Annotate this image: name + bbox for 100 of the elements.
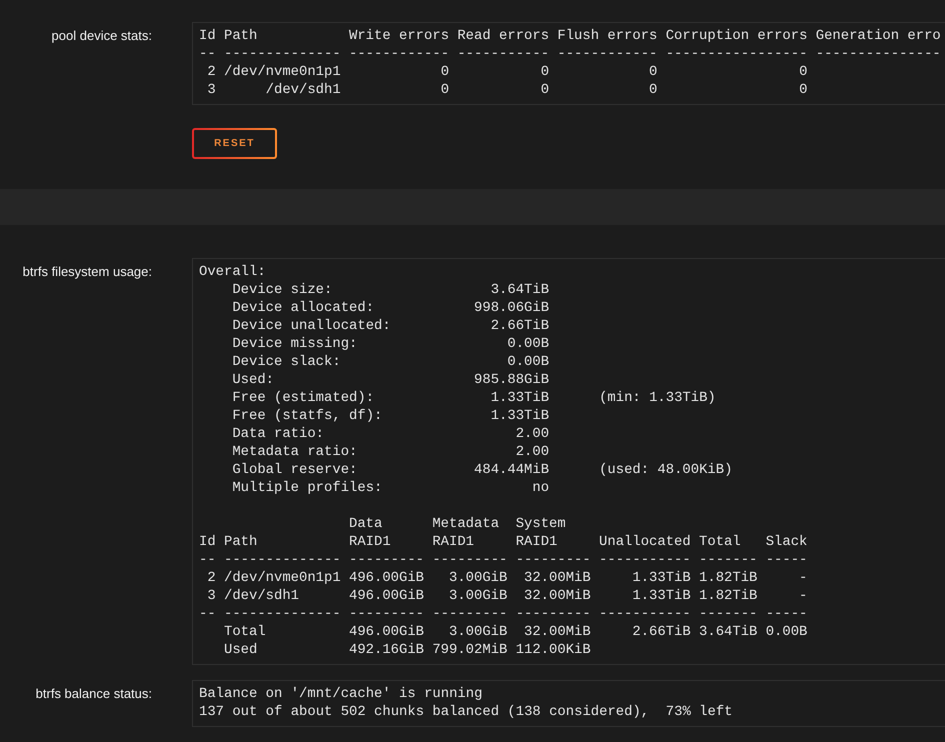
table-cell: 2 [207,569,216,587]
table-cell: 496.00GiB [349,569,424,587]
column-header: RAID1 [432,533,474,551]
table-cell: 3.00GiB [449,623,508,641]
stat-label: Device missing: [232,335,358,353]
dash-rule: --------- [516,605,591,623]
stat-value: 998.06GiB [474,299,550,317]
table-cell: 112.00KiB [516,641,591,659]
column-header: Path [224,27,258,45]
stat-label: Device allocated: [232,299,374,317]
table-cell: 1.33TiB [632,569,691,587]
dash-rule: -------------- [224,551,341,569]
stat-label: Device slack: [232,353,341,371]
table-cell: 492.16GiB [349,641,424,659]
stat-value: 0.00B [507,353,550,371]
column-header: System [516,515,566,533]
stat-label: Metadata ratio: [232,443,358,461]
table-cell: 32.00MiB [524,569,591,587]
column-header: Id [199,27,216,45]
dash-rule: ----------------- [666,45,808,63]
table-cell: Total [224,623,266,641]
table-cell: 799.02MiB [432,641,508,659]
stat-label: Data ratio: [232,425,324,443]
stat-value: no [532,479,550,497]
field-label: btrfs balance status: [36,685,152,703]
dash-rule: ------------ [349,45,450,63]
stat-note: (min: 1.33TiB) [599,389,716,407]
table-cell: /dev/nvme0n1p1 [224,63,341,81]
table-cell: 0.00B [766,623,808,641]
column-header: Unallocated [599,533,691,551]
table-cell: 0 [649,63,658,81]
table-cell: /dev/sdh1 [266,81,341,99]
dash-rule: ----------- [599,605,691,623]
dash-rule: ----------- [457,45,550,63]
stat-value: 2.00 [516,425,550,443]
dash-rule: -------------- [224,605,341,623]
table-cell: 2 [207,63,216,81]
dash-rule: -------------- [224,45,341,63]
dash-rule: -- [199,605,216,623]
dash-rule: ------- [699,551,758,569]
stat-value: 985.88GiB [474,371,550,389]
table-cell: 1.33TiB [632,587,691,605]
column-header: Path [224,533,258,551]
stat-value: 2.66TiB [490,317,550,335]
table-cell: /dev/nvme0n1p1 [224,569,341,587]
stat-label: Free (statfs, df): [232,407,382,425]
column-header: Read errors [457,27,550,45]
dash-rule: --------- [432,605,508,623]
stat-label: Device unallocated: [232,317,391,335]
column-header: Write errors [349,27,450,45]
column-header: Flush errors [557,27,658,45]
table-cell: 3.00GiB [449,569,508,587]
dash-rule: ----------- [599,551,691,569]
stat-value: 484.44MiB [474,461,550,479]
dash-rule: -- [199,551,216,569]
summary-heading: Overall: [199,263,266,281]
table-cell: 32.00MiB [524,587,591,605]
table-cell: 1.82TiB [699,569,758,587]
dash-rule: ------- [699,605,758,623]
field-label: pool device stats: [52,27,152,45]
table-cell: 496.00GiB [349,623,424,641]
stat-label: Multiple profiles: [232,479,382,497]
table-cell: 496.00GiB [349,587,424,605]
dash-rule: --------- [349,605,424,623]
dash-rule: --------- [349,551,424,569]
table-cell: 3.64TiB [699,623,758,641]
output-line: 137 out of about 502 chunks balanced (138 considered), 73% left [199,703,732,721]
reset-button[interactable]: RESET [192,128,277,159]
dash-rule: ----- [766,605,808,623]
table-cell: 0 [799,63,808,81]
dash-rule: ------------ [557,45,658,63]
dash-rule: --------------- [816,45,941,63]
stat-label: Device size: [232,281,332,299]
stat-value: 1.33TiB [490,407,550,425]
field-label: btrfs filesystem usage: [22,263,152,281]
stat-value: 1.33TiB [490,389,550,407]
table-cell: 32.00MiB [524,623,591,641]
table-cell: 0 [440,81,450,99]
stat-label: Used: [232,371,274,389]
column-header: Generation erro [816,27,941,45]
column-header: RAID1 [349,533,391,551]
stat-value: 3.64TiB [490,281,550,299]
dash-rule: -- [199,45,216,63]
dash-rule: ----- [766,551,808,569]
table-cell: 3 [207,587,216,605]
column-header: Slack [766,533,808,551]
column-header: Data [349,515,382,533]
table-cell: Used [224,641,258,659]
table-cell: 3 [207,81,216,99]
column-header: Metadata [432,515,500,533]
column-header: Corruption errors [666,27,808,45]
table-cell: - [799,587,808,605]
stat-label: Free (estimated): [232,389,374,407]
stat-value: 2.00 [516,443,550,461]
table-cell: 0 [540,81,550,99]
table-cell: /dev/sdh1 [224,587,300,605]
dash-rule: --------- [516,551,591,569]
stat-value: 0.00B [507,335,550,353]
table-cell: - [799,569,808,587]
table-cell: 0 [799,81,808,99]
